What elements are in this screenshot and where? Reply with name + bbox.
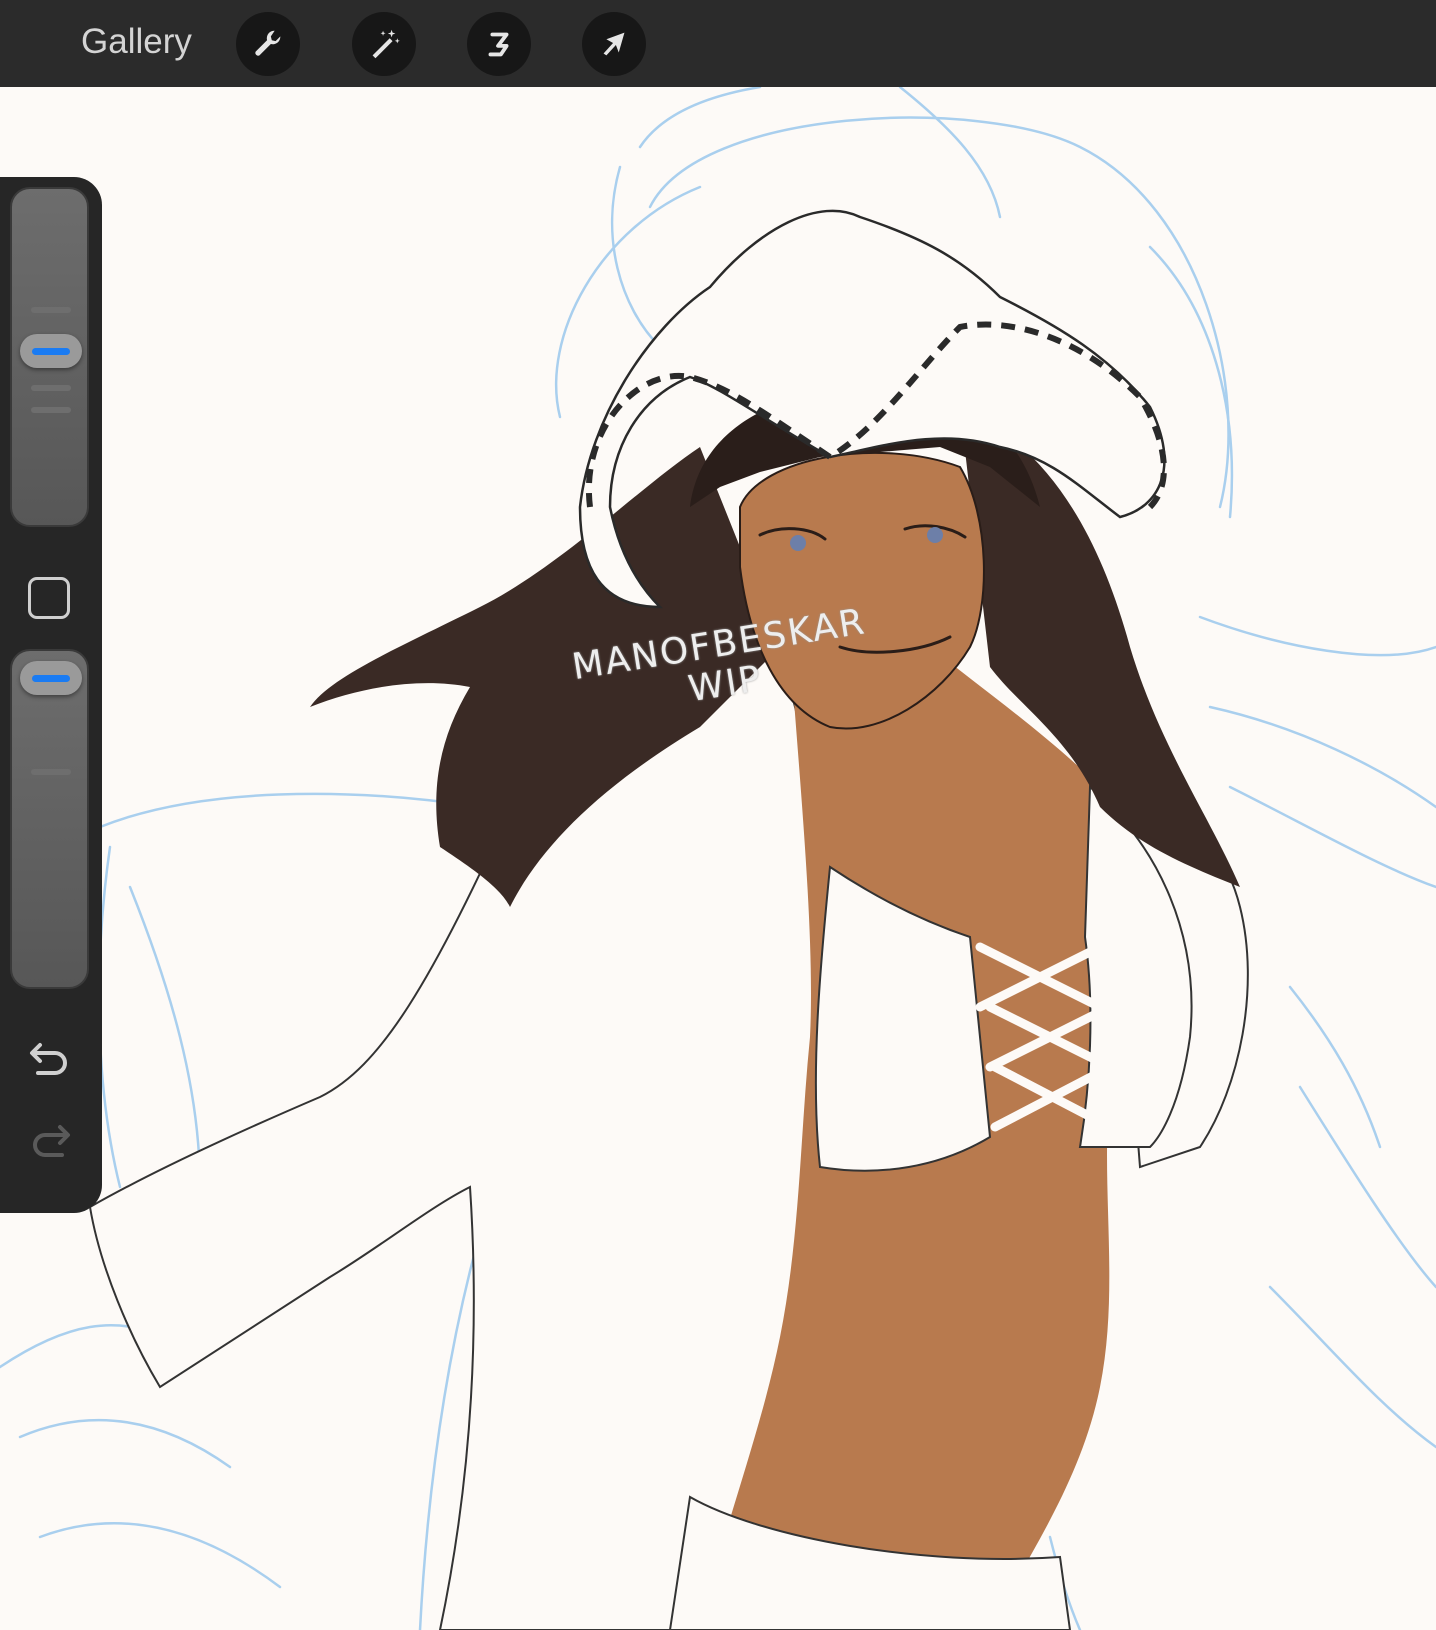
selection-icon (488, 32, 509, 57)
adjustments-button[interactable] (352, 12, 416, 76)
slider-tick (31, 769, 71, 775)
opacity-thumb[interactable] (20, 660, 82, 695)
undo-icon[interactable] (26, 1039, 74, 1079)
selection-button[interactable] (467, 12, 531, 76)
slider-tick (31, 385, 71, 391)
actions-button[interactable] (236, 12, 300, 76)
top-toolbar: Gallery (0, 0, 1436, 87)
brush-size-thumb[interactable] (20, 334, 82, 369)
modify-square-icon[interactable] (28, 577, 70, 619)
brush-size-slider[interactable] (10, 187, 89, 527)
thumb-indicator (32, 348, 70, 356)
magic-wand-icon (372, 29, 400, 59)
left-sidebar (0, 177, 102, 1213)
drawing-canvas[interactable]: MANOFBESKAR WIP (0, 87, 1436, 1630)
slider-tick (31, 307, 71, 313)
slider-tick (31, 407, 71, 413)
artwork (0, 87, 1436, 1630)
gallery-button[interactable]: Gallery (81, 22, 192, 62)
wrench-icon (255, 30, 281, 56)
arrow-cursor-icon (603, 32, 625, 56)
thumb-indicator (32, 674, 70, 682)
redo-icon[interactable] (26, 1121, 74, 1161)
opacity-slider[interactable] (10, 649, 89, 989)
transform-button[interactable] (582, 12, 646, 76)
